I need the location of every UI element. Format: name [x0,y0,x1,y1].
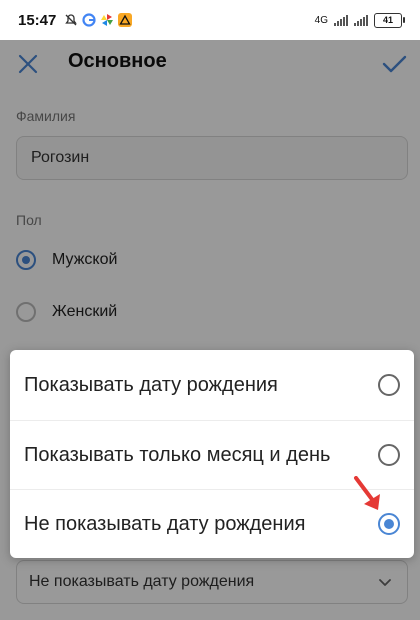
radio-unselected-icon [378,444,400,466]
radio-selected-icon [378,513,400,535]
warning-icon [118,13,133,27]
network-type: 4G [314,14,328,26]
signal-2-icon [354,14,368,26]
option-label: Показывать дату рождения [24,374,278,396]
red-arrow-icon [354,476,380,510]
status-right: 4G 41 [314,12,405,28]
google-icon [82,13,96,27]
signal-icon [334,14,348,26]
pinwheel-icon [100,13,114,27]
option-show-birthday[interactable]: Показывать дату рождения [10,350,414,420]
battery-level: 41 [382,15,393,25]
battery-icon: 41 [374,12,405,28]
birthday-options-dialog: Показывать дату рождения Показывать толь… [10,350,414,558]
mute-bell-icon [64,13,78,27]
status-bar: 15:47 4G 41 [0,0,420,40]
option-label: Не показывать дату рождения [24,513,306,535]
radio-unselected-icon [378,374,400,396]
status-time: 15:47 [18,11,57,29]
option-label: Показывать только месяц и день [24,444,331,466]
